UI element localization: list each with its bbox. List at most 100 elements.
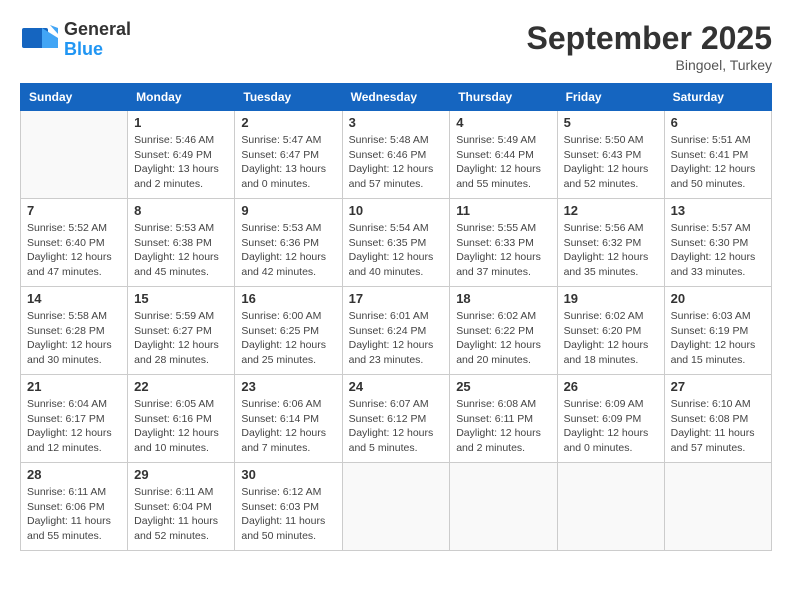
day-number: 21 bbox=[27, 379, 121, 394]
calendar-cell: 7 Sunrise: 5:52 AMSunset: 6:40 PMDaylight… bbox=[21, 199, 128, 287]
calendar-cell bbox=[557, 463, 664, 551]
day-number: 30 bbox=[241, 467, 335, 482]
day-info: Sunrise: 5:56 AMSunset: 6:32 PMDaylight:… bbox=[564, 221, 658, 280]
calendar-cell: 13 Sunrise: 5:57 AMSunset: 6:30 PMDayligh… bbox=[664, 199, 771, 287]
day-info: Sunrise: 5:59 AMSunset: 6:27 PMDaylight:… bbox=[134, 309, 228, 368]
day-info: Sunrise: 6:07 AMSunset: 6:12 PMDaylight:… bbox=[349, 397, 444, 456]
day-info: Sunrise: 5:53 AMSunset: 6:38 PMDaylight:… bbox=[134, 221, 228, 280]
day-number: 29 bbox=[134, 467, 228, 482]
day-number: 1 bbox=[134, 115, 228, 130]
calendar-cell: 5 Sunrise: 5:50 AMSunset: 6:43 PMDaylight… bbox=[557, 111, 664, 199]
calendar-cell: 23Sunrise: 6:06 AMSunset: 6:14 PMDayligh… bbox=[235, 375, 342, 463]
day-number: 20 bbox=[671, 291, 765, 306]
week-row-5: 28Sunrise: 6:11 AMSunset: 6:06 PMDayligh… bbox=[21, 463, 772, 551]
calendar-body: 1 Sunrise: 5:46 AMSunset: 6:49 PMDaylight… bbox=[21, 111, 772, 551]
calendar-cell: 20 Sunrise: 6:03 AMSunset: 6:19 PMDayligh… bbox=[664, 287, 771, 375]
calendar-cell: 6 Sunrise: 5:51 AMSunset: 6:41 PMDaylight… bbox=[664, 111, 771, 199]
calendar-cell: 21 Sunrise: 6:04 AMSunset: 6:17 PMDayligh… bbox=[21, 375, 128, 463]
calendar-cell: 24 Sunrise: 6:07 AMSunset: 6:12 PMDayligh… bbox=[342, 375, 450, 463]
day-number: 7 bbox=[27, 203, 121, 218]
day-number: 22 bbox=[134, 379, 228, 394]
week-row-4: 21 Sunrise: 6:04 AMSunset: 6:17 PMDayligh… bbox=[21, 375, 772, 463]
week-row-3: 14 Sunrise: 5:58 AMSunset: 6:28 PMDayligh… bbox=[21, 287, 772, 375]
calendar-cell: 18 Sunrise: 6:02 AMSunset: 6:22 PMDayligh… bbox=[450, 287, 557, 375]
calendar-cell: 3 Sunrise: 5:48 AMSunset: 6:46 PMDaylight… bbox=[342, 111, 450, 199]
calendar-cell: 12 Sunrise: 5:56 AMSunset: 6:32 PMDayligh… bbox=[557, 199, 664, 287]
header-day-tuesday: Tuesday bbox=[235, 84, 342, 111]
day-number: 4 bbox=[456, 115, 550, 130]
day-number: 19 bbox=[564, 291, 658, 306]
day-info: Sunrise: 6:08 AMSunset: 6:11 PMDaylight:… bbox=[456, 397, 550, 456]
header-day-friday: Friday bbox=[557, 84, 664, 111]
day-number: 11 bbox=[456, 203, 550, 218]
calendar-cell bbox=[664, 463, 771, 551]
logo-icon bbox=[20, 20, 60, 60]
header-row: SundayMondayTuesdayWednesdayThursdayFrid… bbox=[21, 84, 772, 111]
day-number: 12 bbox=[564, 203, 658, 218]
calendar-cell: 15 Sunrise: 5:59 AMSunset: 6:27 PMDayligh… bbox=[128, 287, 235, 375]
day-info: Sunrise: 6:05 AMSunset: 6:16 PMDaylight:… bbox=[134, 397, 228, 456]
day-number: 2 bbox=[241, 115, 335, 130]
logo-general: General bbox=[64, 20, 131, 40]
day-number: 16 bbox=[241, 291, 335, 306]
day-info: Sunrise: 6:00 AMSunset: 6:25 PMDaylight:… bbox=[241, 309, 335, 368]
logo-blue: Blue bbox=[64, 40, 131, 60]
day-number: 23 bbox=[241, 379, 335, 394]
day-number: 9 bbox=[241, 203, 335, 218]
day-info: Sunrise: 6:02 AMSunset: 6:20 PMDaylight:… bbox=[564, 309, 658, 368]
calendar-cell: 25 Sunrise: 6:08 AMSunset: 6:11 PMDayligh… bbox=[450, 375, 557, 463]
day-info: Sunrise: 6:04 AMSunset: 6:17 PMDaylight:… bbox=[27, 397, 121, 456]
day-info: Sunrise: 5:52 AMSunset: 6:40 PMDaylight:… bbox=[27, 221, 121, 280]
day-info: Sunrise: 6:10 AMSunset: 6:08 PMDaylight:… bbox=[671, 397, 765, 456]
day-number: 28 bbox=[27, 467, 121, 482]
day-info: Sunrise: 5:58 AMSunset: 6:28 PMDaylight:… bbox=[27, 309, 121, 368]
calendar-cell: 19 Sunrise: 6:02 AMSunset: 6:20 PMDayligh… bbox=[557, 287, 664, 375]
day-number: 24 bbox=[349, 379, 444, 394]
calendar-cell: 26 Sunrise: 6:09 AMSunset: 6:09 PMDayligh… bbox=[557, 375, 664, 463]
calendar-cell: 16 Sunrise: 6:00 AMSunset: 6:25 PMDayligh… bbox=[235, 287, 342, 375]
calendar-cell: 14 Sunrise: 5:58 AMSunset: 6:28 PMDayligh… bbox=[21, 287, 128, 375]
day-info: Sunrise: 5:48 AMSunset: 6:46 PMDaylight:… bbox=[349, 133, 444, 192]
header-day-monday: Monday bbox=[128, 84, 235, 111]
day-number: 3 bbox=[349, 115, 444, 130]
calendar-cell: 22 Sunrise: 6:05 AMSunset: 6:16 PMDayligh… bbox=[128, 375, 235, 463]
day-info: Sunrise: 5:53 AMSunset: 6:36 PMDaylight:… bbox=[241, 221, 335, 280]
day-number: 26 bbox=[564, 379, 658, 394]
day-number: 5 bbox=[564, 115, 658, 130]
day-info: Sunrise: 5:50 AMSunset: 6:43 PMDaylight:… bbox=[564, 133, 658, 192]
logo-text: General Blue bbox=[64, 20, 131, 60]
day-info: Sunrise: 5:49 AMSunset: 6:44 PMDaylight:… bbox=[456, 133, 550, 192]
day-info: Sunrise: 6:09 AMSunset: 6:09 PMDaylight:… bbox=[564, 397, 658, 456]
calendar-cell: 10Sunrise: 5:54 AMSunset: 6:35 PMDayligh… bbox=[342, 199, 450, 287]
header-day-sunday: Sunday bbox=[21, 84, 128, 111]
header-day-thursday: Thursday bbox=[450, 84, 557, 111]
day-info: Sunrise: 5:55 AMSunset: 6:33 PMDaylight:… bbox=[456, 221, 550, 280]
day-number: 25 bbox=[456, 379, 550, 394]
day-number: 17 bbox=[349, 291, 444, 306]
day-info: Sunrise: 5:57 AMSunset: 6:30 PMDaylight:… bbox=[671, 221, 765, 280]
week-row-1: 1 Sunrise: 5:46 AMSunset: 6:49 PMDaylight… bbox=[21, 111, 772, 199]
calendar-cell: 11 Sunrise: 5:55 AMSunset: 6:33 PMDayligh… bbox=[450, 199, 557, 287]
day-number: 6 bbox=[671, 115, 765, 130]
header-day-wednesday: Wednesday bbox=[342, 84, 450, 111]
title-block: September 2025 Bingoel, Turkey bbox=[527, 20, 772, 73]
day-info: Sunrise: 5:51 AMSunset: 6:41 PMDaylight:… bbox=[671, 133, 765, 192]
calendar-cell: 30 Sunrise: 6:12 AMSunset: 6:03 PMDayligh… bbox=[235, 463, 342, 551]
week-row-2: 7 Sunrise: 5:52 AMSunset: 6:40 PMDaylight… bbox=[21, 199, 772, 287]
day-info: Sunrise: 6:02 AMSunset: 6:22 PMDaylight:… bbox=[456, 309, 550, 368]
day-number: 14 bbox=[27, 291, 121, 306]
header-day-saturday: Saturday bbox=[664, 84, 771, 111]
calendar-cell: 1 Sunrise: 5:46 AMSunset: 6:49 PMDaylight… bbox=[128, 111, 235, 199]
calendar-cell bbox=[21, 111, 128, 199]
day-info: Sunrise: 5:47 AMSunset: 6:47 PMDaylight:… bbox=[241, 133, 335, 192]
day-number: 10 bbox=[349, 203, 444, 218]
day-number: 15 bbox=[134, 291, 228, 306]
day-info: Sunrise: 5:46 AMSunset: 6:49 PMDaylight:… bbox=[134, 133, 228, 192]
calendar-cell: 9 Sunrise: 5:53 AMSunset: 6:36 PMDaylight… bbox=[235, 199, 342, 287]
day-info: Sunrise: 6:03 AMSunset: 6:19 PMDaylight:… bbox=[671, 309, 765, 368]
location: Bingoel, Turkey bbox=[527, 57, 772, 73]
day-info: Sunrise: 6:12 AMSunset: 6:03 PMDaylight:… bbox=[241, 485, 335, 544]
calendar-cell: 4 Sunrise: 5:49 AMSunset: 6:44 PMDaylight… bbox=[450, 111, 557, 199]
day-number: 18 bbox=[456, 291, 550, 306]
day-number: 13 bbox=[671, 203, 765, 218]
